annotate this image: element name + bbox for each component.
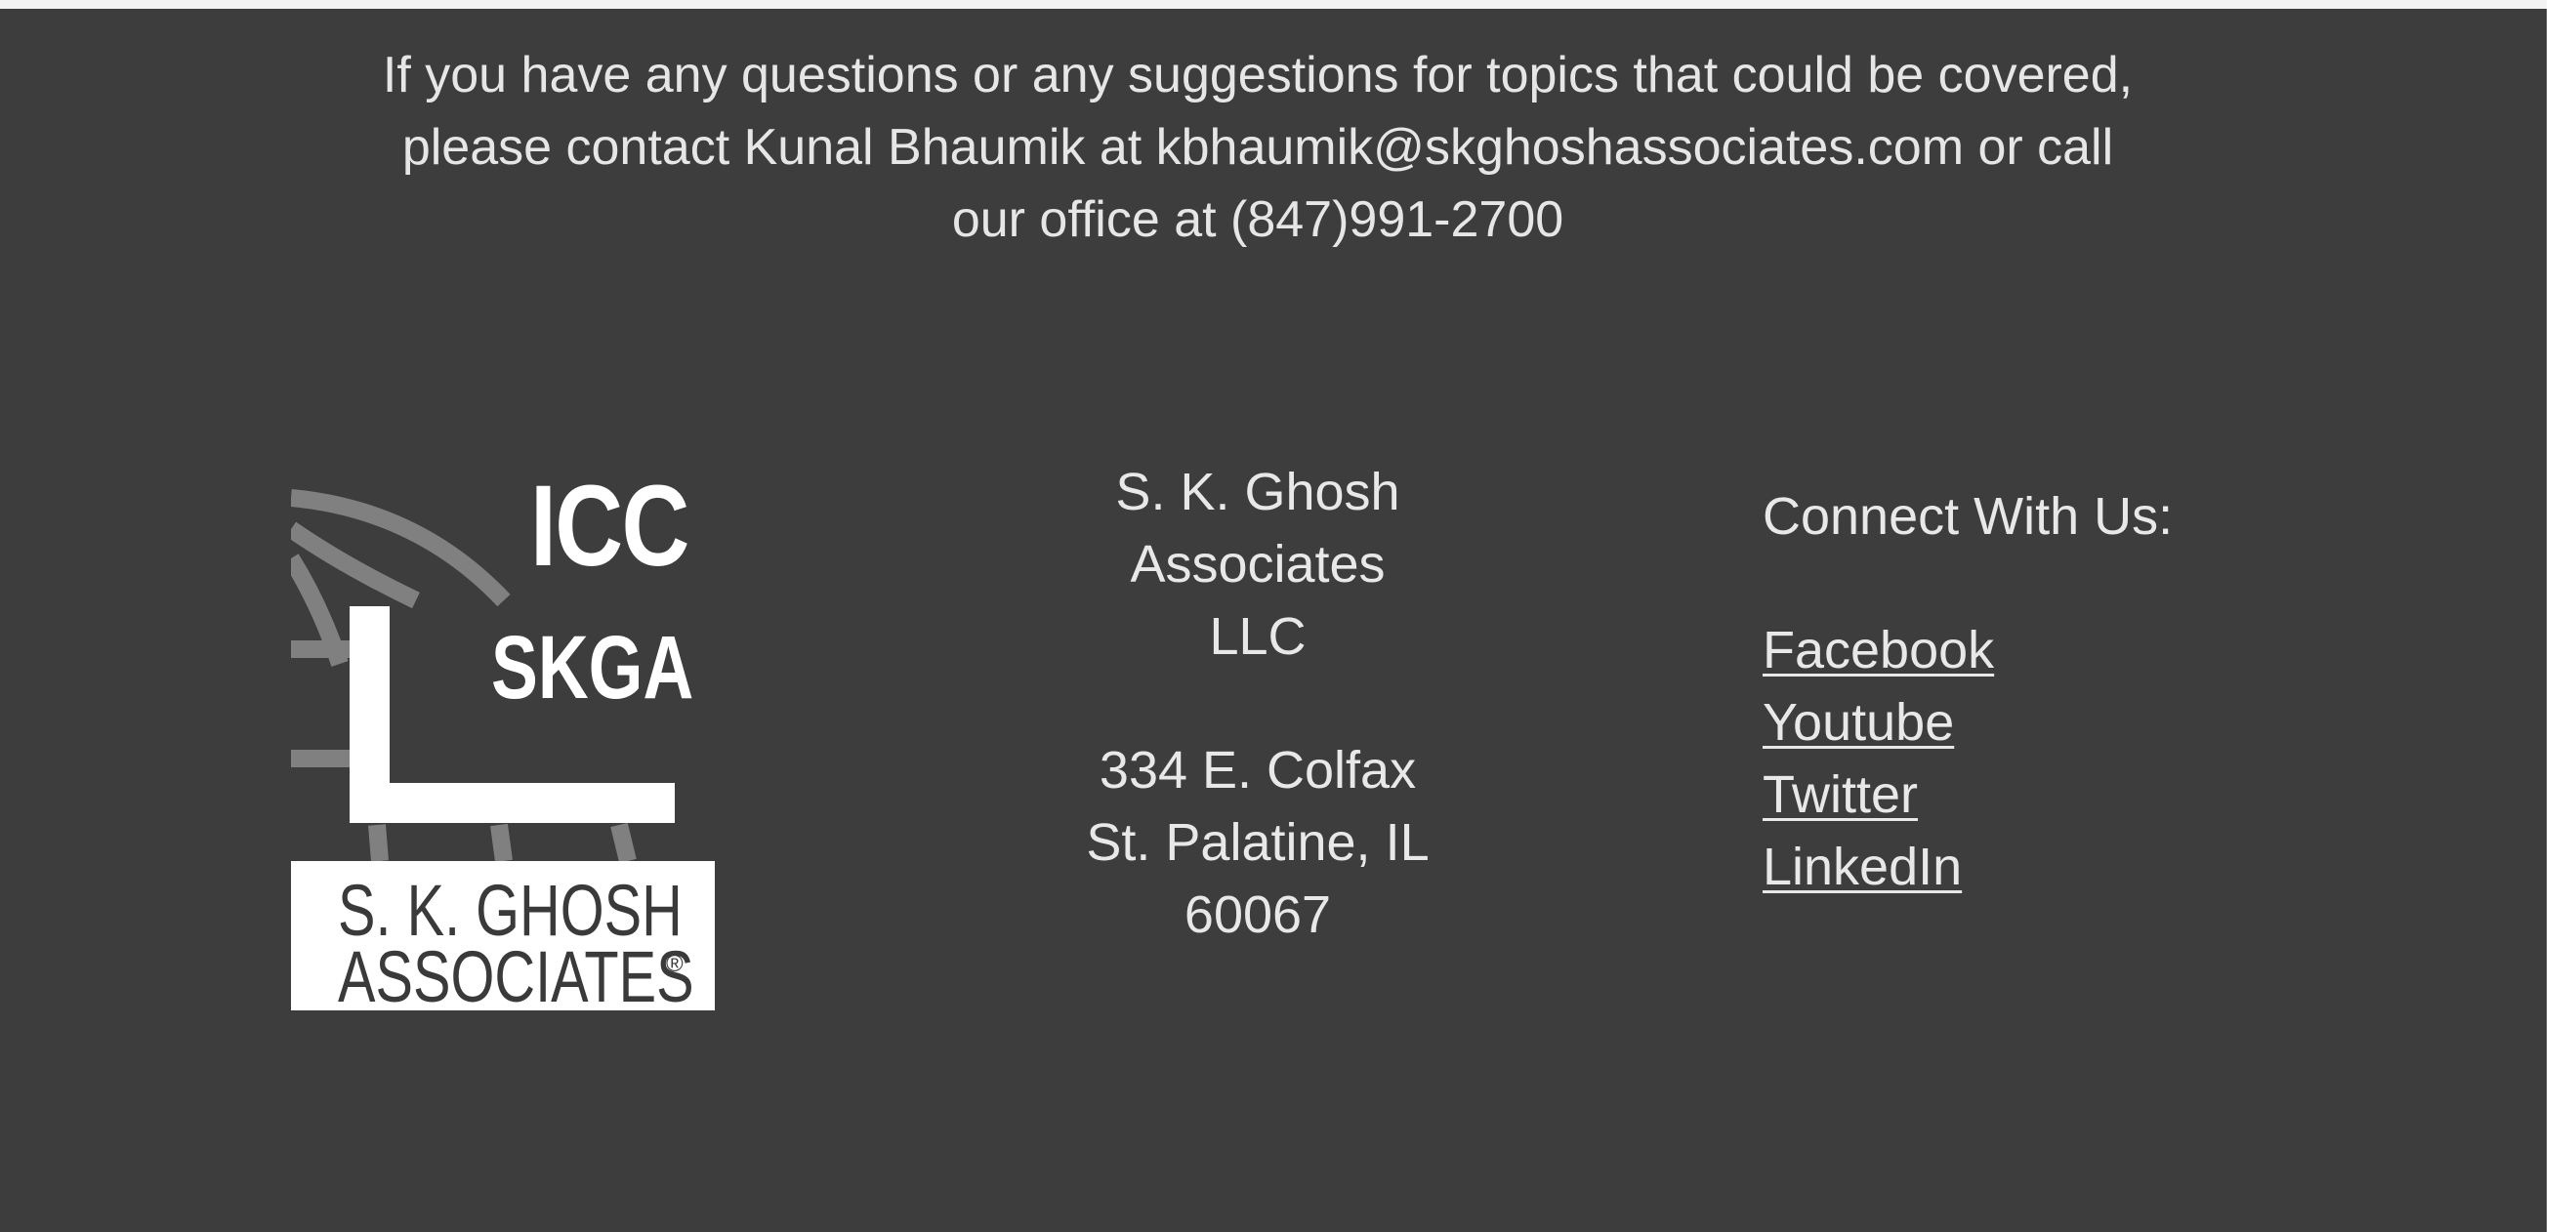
logo-skga-text: SKGA — [491, 618, 694, 718]
facebook-link[interactable]: Facebook — [1763, 614, 2348, 686]
skga-logo: ICC SKGA S. K. GHOSH ASSOCIATES ® — [291, 469, 715, 1010]
logo-icc-text: ICC — [530, 462, 689, 591]
contact-line-1: If you have any questions or any suggest… — [382, 47, 2134, 103]
street-address-line-2: St. Palatine, IL — [1086, 813, 1430, 872]
contact-line-2: please contact Kunal Bhaumik at kbhaumik… — [401, 119, 2114, 176]
street-address-line-3: 60067 — [1184, 885, 1332, 944]
registered-mark: ® — [666, 951, 684, 977]
youtube-link[interactable]: Youtube — [1763, 686, 2348, 759]
logo-name-line-2: ASSOCIATES — [338, 936, 694, 1011]
logo-name-plate: S. K. GHOSH ASSOCIATES ® — [291, 861, 715, 1010]
contact-message: If you have any questions or any suggest… — [0, 39, 2515, 256]
company-name-line-3: LLC — [1209, 607, 1307, 666]
contact-line-3: our office at (847)991-2700 — [951, 191, 1564, 248]
page-scrollbar[interactable] — [2547, 0, 2576, 1232]
connect-heading: Connect With Us: — [1763, 487, 2174, 546]
company-address: S. K. Ghosh Associates LLC 334 E. Colfax… — [976, 456, 1539, 951]
top-divider-strip — [0, 0, 2547, 9]
company-name-line-1: S. K. Ghosh — [1115, 463, 1400, 521]
street-address-line-1: 334 E. Colfax — [1099, 741, 1417, 800]
social-links: Connect With Us: Facebook Youtube Twitte… — [1763, 480, 2348, 903]
twitter-link[interactable]: Twitter — [1763, 759, 2348, 831]
company-name-line-2: Associates — [1130, 535, 1386, 594]
linkedin-link[interactable]: LinkedIn — [1763, 831, 2348, 903]
